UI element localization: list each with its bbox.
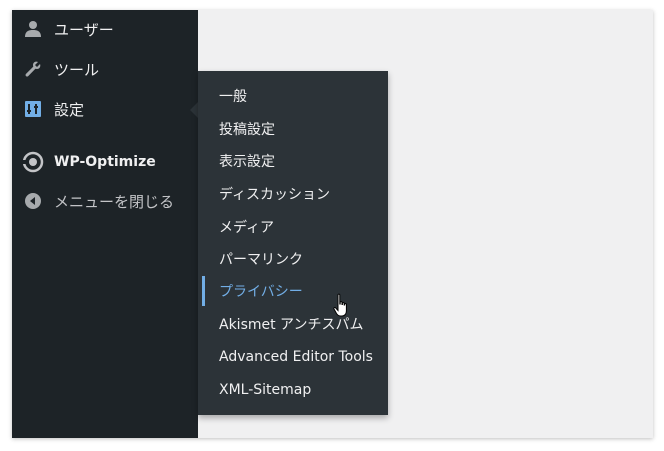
- wp-optimize-icon: [22, 151, 44, 173]
- submenu-item-xml-sitemap[interactable]: XML-Sitemap: [198, 375, 388, 405]
- submenu-item-advanced-editor-tools[interactable]: Advanced Editor Tools: [198, 342, 388, 372]
- sidebar-item-wp-optimize[interactable]: WP-Optimize: [12, 145, 198, 179]
- admin-sidebar: ユーザー ツール 設定 WP-Optimize メニューを閉じる: [12, 10, 198, 438]
- sidebar-item-tools[interactable]: ツール: [12, 52, 198, 86]
- submenu-item-discussion[interactable]: ディスカッション: [198, 179, 388, 209]
- sidebar-item-label: 設定: [54, 100, 85, 119]
- submenu-item-privacy[interactable]: プライバシー: [198, 276, 388, 306]
- sidebar-item-users[interactable]: ユーザー: [12, 12, 198, 46]
- settings-icon: [22, 98, 44, 120]
- sidebar-item-settings[interactable]: 設定: [12, 92, 198, 126]
- submenu-item-writing[interactable]: 投稿設定: [198, 114, 388, 144]
- user-icon: [22, 18, 44, 40]
- sidebar-item-label: ツール: [54, 60, 100, 79]
- collapse-menu-button[interactable]: メニューを閉じる: [12, 184, 198, 218]
- settings-submenu: 一般 投稿設定 表示設定 ディスカッション メディア パーマリンク プライバシー…: [198, 71, 388, 415]
- collapse-icon: [22, 190, 44, 212]
- sidebar-item-label: WP-Optimize: [54, 154, 156, 170]
- submenu-item-reading[interactable]: 表示設定: [198, 146, 388, 176]
- submenu-item-akismet[interactable]: Akismet アンチスパム: [198, 309, 388, 339]
- submenu-item-permalinks[interactable]: パーマリンク: [198, 244, 388, 274]
- wrench-icon: [22, 58, 44, 80]
- submenu-pointer: [190, 102, 198, 118]
- submenu-item-media[interactable]: メディア: [198, 212, 388, 242]
- sidebar-item-label: メニューを閉じる: [54, 192, 175, 211]
- submenu-item-general[interactable]: 一般: [198, 81, 388, 111]
- hand-pointer-icon: [333, 293, 351, 319]
- sidebar-item-label: ユーザー: [54, 20, 114, 39]
- wp-admin-frame: ユーザー ツール 設定 WP-Optimize メニューを閉じる 一般 投稿設定…: [12, 10, 653, 438]
